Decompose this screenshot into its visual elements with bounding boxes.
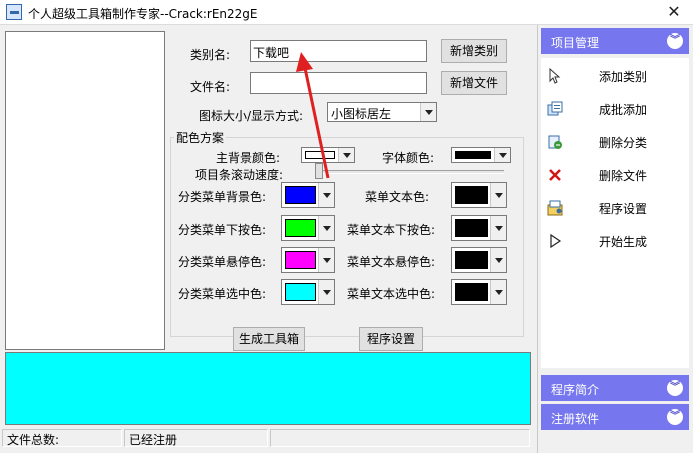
delete-x-icon	[549, 169, 561, 181]
delete-category-icon	[548, 135, 562, 149]
left-color-label: 分类菜单选中色:	[178, 287, 267, 301]
file-name-input[interactable]	[250, 72, 427, 94]
right-color-label: 菜单文本下按色:	[347, 223, 436, 237]
file-total-status: 文件总数:	[2, 429, 122, 447]
generate-toolbox-button[interactable]: 生成工具箱	[233, 327, 305, 351]
right-color-dropdown[interactable]	[451, 247, 507, 273]
menu-item-label: 删除文件	[599, 169, 648, 183]
chevron-down-icon	[338, 148, 354, 162]
icon-mode-label: 图标大小/显示方式:	[199, 109, 304, 123]
chevron-down-icon	[490, 183, 506, 207]
cursor-icon	[549, 68, 561, 84]
project-management-body: 添加类别 成批添加 删除分类 删除文件 程序设置 开始生成	[541, 58, 689, 368]
menu-item-label: 开始生成	[599, 235, 648, 249]
preview-area	[5, 352, 531, 425]
chevron-down-icon	[318, 183, 334, 207]
scroll-speed-slider-thumb[interactable]	[315, 163, 323, 179]
app-icon	[6, 4, 22, 20]
file-name-label: 文件名:	[190, 80, 231, 94]
font-color-dropdown[interactable]	[451, 147, 511, 163]
chevron-down-icon	[318, 216, 334, 240]
chevron-down-icon	[490, 248, 506, 272]
main-bg-color-swatch	[305, 151, 335, 159]
chevron-down-icon	[490, 216, 506, 240]
chevron-down-icon	[318, 248, 334, 272]
title-bar: 个人超级工具箱制作专家--Crack:rEn22gE ✕	[0, 0, 693, 25]
right-color-dropdown[interactable]	[451, 182, 507, 208]
program-intro-title: 程序简介	[551, 383, 600, 397]
right-color-label: 菜单文本选中色:	[347, 287, 436, 301]
play-icon	[550, 233, 562, 249]
color-swatch	[455, 283, 488, 301]
category-tree-panel[interactable]	[5, 31, 165, 350]
menu-item-start-generate[interactable]: 开始生成	[541, 228, 689, 254]
chevron-down-icon	[494, 148, 510, 162]
register-software-title: 注册软件	[551, 412, 600, 426]
left-color-dropdown[interactable]	[281, 247, 335, 273]
color-swatch	[455, 251, 488, 269]
add-file-button[interactable]: 新增文件	[441, 71, 507, 95]
chevron-down-icon	[420, 103, 436, 121]
side-panel: 项目管理 ︾ 添加类别 成批添加 删除分类 删除文件 程序设置 开始生成 程序简…	[537, 25, 693, 453]
menu-item-delete-file[interactable]: 删除文件	[541, 162, 689, 188]
left-color-dropdown[interactable]	[281, 215, 335, 241]
icon-mode-value: 小图标居左	[331, 107, 392, 121]
scroll-speed-label: 项目条滚动速度:	[195, 168, 284, 182]
right-color-label: 菜单文本悬停色:	[347, 255, 436, 269]
left-color-label: 分类菜单下按色:	[178, 223, 267, 237]
menu-item-label: 成批添加	[599, 103, 648, 117]
icon-mode-select[interactable]: 小图标居左	[327, 102, 437, 122]
settings-icon	[547, 200, 563, 216]
left-color-dropdown[interactable]	[281, 279, 335, 305]
left-color-label: 分类菜单悬停色:	[178, 255, 267, 269]
program-intro-header[interactable]: 程序简介 ︾	[541, 375, 689, 401]
color-swatch	[285, 186, 316, 204]
main-window: 类别名: 下载吧 新增类别 文件名: 新增文件 图标大小/显示方式: 小图标居左…	[0, 25, 693, 453]
color-scheme-title: 配色方案	[174, 129, 227, 146]
category-name-input[interactable]: 下载吧	[250, 40, 427, 62]
close-button[interactable]: ✕	[660, 2, 688, 22]
right-color-label: 菜单文本色:	[365, 190, 430, 204]
chevron-double-down-icon[interactable]: ︾	[667, 409, 683, 425]
project-management-header[interactable]: 项目管理 ︾	[541, 28, 689, 54]
left-color-dropdown[interactable]	[281, 182, 335, 208]
color-swatch	[455, 219, 488, 237]
program-settings-button[interactable]: 程序设置	[359, 327, 423, 351]
font-color-swatch	[455, 151, 491, 159]
right-color-dropdown[interactable]	[451, 215, 507, 241]
right-color-dropdown[interactable]	[451, 279, 507, 305]
menu-item-label: 程序设置	[599, 202, 648, 216]
menu-item-label: 删除分类	[599, 136, 648, 150]
color-swatch	[285, 283, 316, 301]
batch-add-icon	[547, 101, 563, 116]
register-software-header[interactable]: 注册软件 ︾	[541, 404, 689, 430]
main-bg-color-label: 主背景颜色:	[216, 151, 281, 165]
menu-item-label: 添加类别	[599, 70, 648, 84]
menu-item-program-settings[interactable]: 程序设置	[541, 195, 689, 221]
status-empty-cell	[270, 429, 530, 447]
left-color-label: 分类菜单背景色:	[178, 190, 267, 204]
registration-status: 已经注册	[124, 429, 268, 447]
window-title: 个人超级工具箱制作专家--Crack:rEn22gE	[28, 7, 258, 21]
menu-item-delete-category[interactable]: 删除分类	[541, 129, 689, 155]
chevron-double-down-icon[interactable]: ︾	[667, 33, 683, 49]
font-color-label: 字体颜色:	[382, 151, 435, 165]
add-category-button[interactable]: 新增类别	[441, 39, 507, 63]
project-management-title: 项目管理	[551, 36, 600, 50]
category-name-label: 类别名:	[190, 48, 231, 62]
color-swatch	[285, 251, 316, 269]
status-bar: 文件总数: 已经注册	[0, 429, 531, 449]
menu-item-add-category[interactable]: 添加类别	[541, 63, 689, 89]
chevron-down-icon	[318, 280, 334, 304]
main-bg-color-dropdown[interactable]	[301, 147, 355, 163]
chevron-down-icon	[490, 280, 506, 304]
chevron-double-down-icon[interactable]: ︾	[667, 380, 683, 396]
menu-item-batch-add[interactable]: 成批添加	[541, 96, 689, 122]
color-swatch	[285, 219, 316, 237]
scroll-speed-slider-track[interactable]	[318, 170, 504, 174]
color-swatch	[455, 186, 488, 204]
